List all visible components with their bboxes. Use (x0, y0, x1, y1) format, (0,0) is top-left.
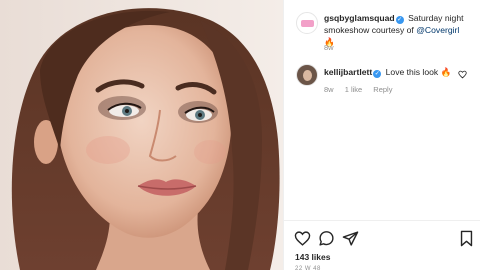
author-avatar[interactable] (296, 12, 318, 34)
likes-count[interactable]: 143 likes (295, 252, 330, 262)
comment-meta: 8w 1 like Reply (324, 85, 401, 94)
divider (284, 220, 480, 221)
comment-timestamp[interactable]: 8w (324, 85, 334, 94)
avatar-face (303, 70, 312, 81)
verified-badge-icon: ✓ (373, 70, 382, 78)
paper-plane-icon[interactable] (342, 230, 359, 247)
commenter-avatar[interactable] (296, 64, 318, 86)
brand-logo (301, 20, 314, 27)
caption-mention[interactable]: @Covergirl (416, 25, 459, 35)
post-date: 22 W 48 (295, 266, 321, 272)
comment-like-heart-icon[interactable] (458, 70, 467, 79)
author-username[interactable]: gsqbyglamsquad (324, 13, 395, 23)
verified-badge-icon: ✓ (395, 16, 404, 24)
fire-emoji: 🔥 (440, 67, 452, 77)
commenter-username[interactable]: kellijbartlett (324, 67, 372, 77)
portrait-illustration (0, 0, 283, 270)
comment: kellijbartlett ✓ Love this look 🔥 (324, 66, 466, 78)
bookmark-icon[interactable] (459, 230, 474, 247)
caption-timestamp[interactable]: 8w (324, 43, 334, 52)
heart-icon[interactable] (294, 230, 311, 247)
post-image[interactable] (0, 0, 283, 270)
post-sidebar: gsqbyglamsquad ✓ Saturday night smokeshow… (283, 0, 480, 272)
reply-button[interactable]: Reply (373, 85, 392, 94)
comment-icon[interactable] (318, 230, 335, 247)
comment-text: Love this look (385, 67, 439, 77)
comment-likes[interactable]: 1 like (345, 85, 363, 94)
post-caption: gsqbyglamsquad ✓ Saturday night smokeshow… (324, 12, 466, 48)
